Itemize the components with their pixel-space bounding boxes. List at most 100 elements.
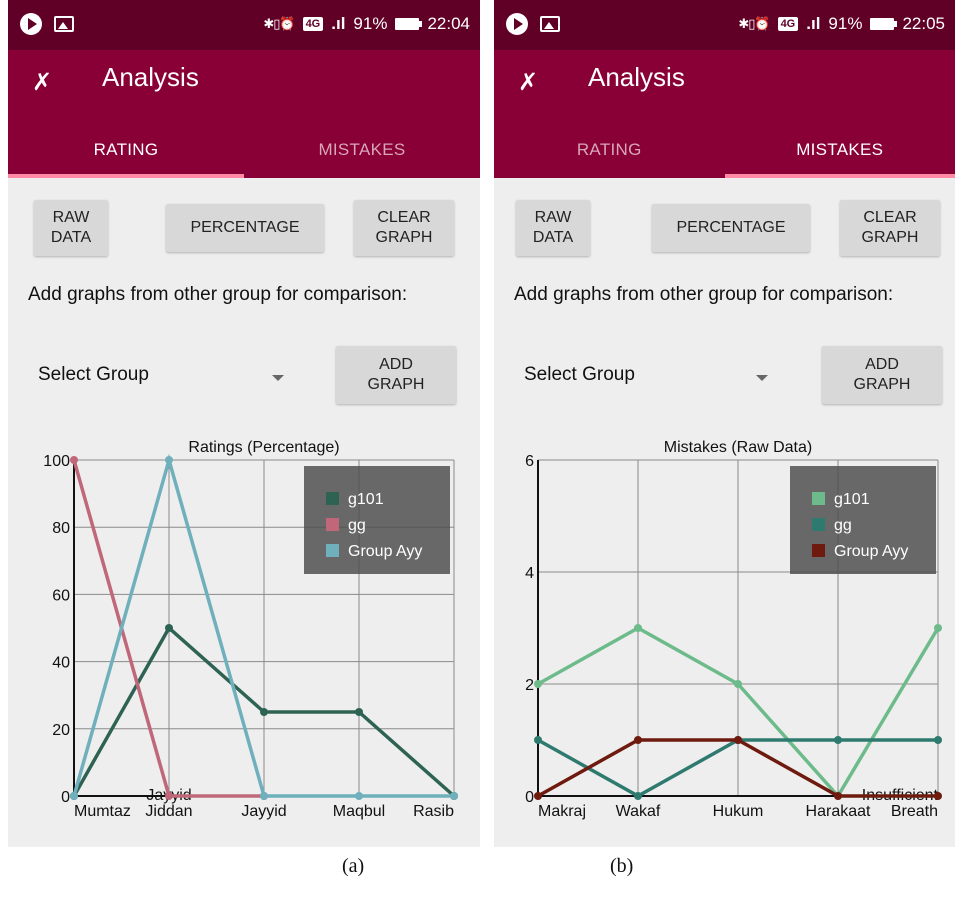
tab-rating[interactable]: RATING — [494, 122, 725, 178]
group-select[interactable]: Select Group — [38, 364, 149, 386]
data-point — [165, 792, 173, 800]
phone-screen-rating: ✱▯⏰ 4G .ıl 91% 22:04 ✗ Analysis RATING M… — [8, 0, 480, 847]
play-store-icon — [20, 13, 42, 35]
add-graph-button[interactable]: ADD GRAPH — [336, 346, 456, 404]
y-tick-label: 20 — [52, 722, 70, 739]
network-badge: 4G — [777, 17, 799, 31]
gallery-icon — [540, 16, 560, 32]
status-bar: ✱▯⏰ 4G .ıl 91% 22:04 — [8, 0, 480, 50]
percentage-button[interactable]: PERCENTAGE — [166, 204, 324, 252]
x-tick-label: Breath — [891, 803, 938, 820]
caption-b: (b) — [610, 855, 634, 877]
comparison-prompt: Add graphs from other group for comparis… — [28, 284, 408, 305]
x-tick-label: Jayyid — [241, 803, 286, 820]
data-point — [534, 736, 542, 744]
legend-label: g101 — [834, 491, 870, 508]
data-point — [634, 624, 642, 632]
phone-screen-mistakes: ✱▯⏰ 4G .ıl 91% 22:05 ✗ Analysis RATING M… — [494, 0, 955, 847]
battery-percent: 91% — [828, 14, 863, 33]
percentage-button[interactable]: PERCENTAGE — [652, 204, 810, 252]
legend-swatch — [326, 518, 339, 531]
y-tick-label: 60 — [52, 587, 70, 604]
data-point — [534, 680, 542, 688]
legend-label: g101 — [348, 491, 384, 508]
x-tick-label: Harakaat — [806, 803, 871, 820]
bluetooth-vibrate-alarm-icons: ✱▯⏰ — [263, 16, 295, 31]
comparison-prompt: Add graphs from other group for comparis… — [514, 284, 894, 305]
data-point — [834, 736, 842, 744]
mistakes-chart: 0 2 4 6 Mistakes (Raw Data) Makraj Wakaf Hukum H… — [525, 439, 942, 820]
legend-swatch — [326, 544, 339, 557]
clear-graph-button[interactable]: CLEAR GRAPH — [354, 200, 454, 256]
signal-icon: .ıl — [331, 14, 346, 33]
chart-title: Mistakes (Raw Data) — [664, 439, 812, 456]
app-bar: ✗ Analysis RATING MISTAKES — [494, 50, 955, 178]
data-point — [734, 736, 742, 744]
x-tick-label: Rasib — [413, 803, 454, 820]
bluetooth-vibrate-alarm-icons: ✱▯⏰ — [738, 16, 770, 31]
legend-swatch — [812, 518, 825, 531]
data-point — [934, 624, 942, 632]
legend: g101 gg Group Ayy — [304, 466, 450, 574]
data-point — [165, 456, 173, 464]
legend-label: gg — [348, 517, 366, 534]
data-point — [165, 624, 173, 632]
network-badge: 4G — [302, 17, 324, 31]
x-tick-label: Hukum — [713, 803, 764, 820]
data-point — [934, 792, 942, 800]
clear-graph-button[interactable]: CLEAR GRAPH — [840, 200, 940, 256]
dropdown-caret-icon[interactable] — [756, 375, 768, 381]
legend-swatch — [326, 492, 339, 505]
clock: 22:05 — [902, 14, 945, 33]
status-bar: ✱▯⏰ 4G .ıl 91% 22:05 — [494, 0, 955, 50]
y-tick-label: 0 — [525, 789, 534, 806]
y-tick-label: 6 — [525, 453, 534, 470]
data-point — [834, 792, 842, 800]
x-tick-label: Makraj — [538, 803, 586, 820]
y-tick-label: 40 — [52, 655, 70, 672]
add-graph-button[interactable]: ADD GRAPH — [822, 346, 942, 404]
legend: g101 gg Group Ayy — [790, 466, 936, 574]
x-tick-label: Maqbul — [333, 803, 385, 820]
tab-rating[interactable]: RATING — [8, 122, 244, 178]
gallery-icon — [54, 16, 74, 32]
y-tick-label: 100 — [43, 453, 70, 470]
data-point — [355, 792, 363, 800]
legend-swatch — [812, 492, 825, 505]
data-point — [70, 456, 78, 464]
data-point — [70, 792, 78, 800]
y-tick-label: 80 — [52, 520, 70, 537]
data-point — [734, 680, 742, 688]
data-point — [260, 792, 268, 800]
x-tick-label: Mumtaz — [74, 803, 131, 820]
data-point — [355, 708, 363, 716]
y-tick-label: 0 — [61, 789, 70, 806]
data-point — [634, 792, 642, 800]
data-point — [634, 736, 642, 744]
play-store-icon — [506, 13, 528, 35]
battery-percent: 91% — [353, 14, 388, 33]
x-tick-label: Jiddan — [145, 803, 192, 820]
battery-icon — [395, 18, 423, 30]
data-point — [260, 708, 268, 716]
y-tick-label: 2 — [525, 677, 534, 694]
tab-indicator — [724, 174, 955, 178]
app-bar: ✗ Analysis RATING MISTAKES — [8, 50, 480, 178]
legend-swatch — [812, 544, 825, 557]
raw-data-button[interactable]: RAW DATA — [34, 200, 108, 256]
tab-mistakes[interactable]: MISTAKES — [725, 122, 955, 178]
tab-indicator — [8, 174, 244, 178]
group-select[interactable]: Select Group — [524, 364, 635, 386]
legend-label: gg — [834, 517, 852, 534]
page-title: Analysis — [102, 62, 199, 92]
ratings-chart: 0 20 40 60 80 100 Ratings (Percentage) Mumtaz Ja… — [43, 439, 458, 820]
chart-title: Ratings (Percentage) — [188, 439, 339, 456]
clock: 22:04 — [427, 14, 470, 33]
page-title: Analysis — [588, 62, 685, 92]
y-tick-label: 4 — [525, 565, 534, 582]
x-tick-label: Wakaf — [616, 803, 661, 820]
legend-label: Group Ayy — [348, 543, 422, 560]
raw-data-button[interactable]: RAW DATA — [516, 200, 590, 256]
tab-mistakes[interactable]: MISTAKES — [244, 122, 480, 178]
dropdown-caret-icon[interactable] — [272, 375, 284, 381]
